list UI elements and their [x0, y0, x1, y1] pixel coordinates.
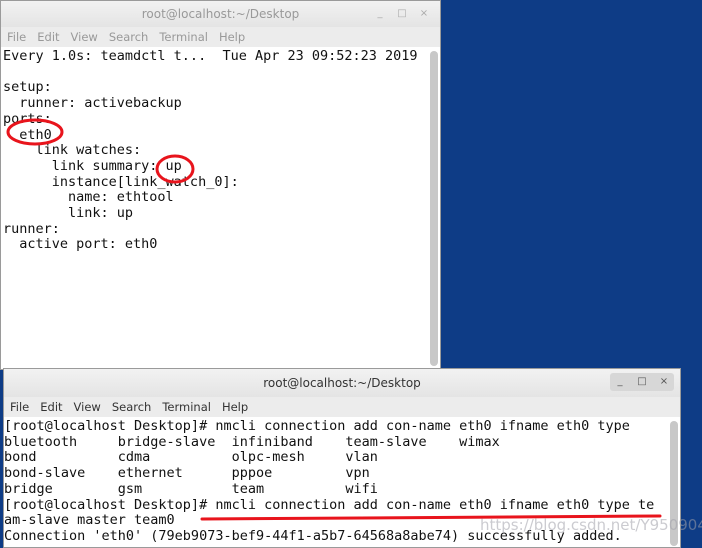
- menu-edit[interactable]: Edit: [37, 27, 59, 47]
- terminal-line: bond-slave ethernet pppoe vpn: [4, 465, 370, 482]
- menu-view[interactable]: View: [71, 27, 98, 47]
- menu-bar: File Edit View Search Terminal Help: [4, 397, 680, 417]
- terminal-line: eth0: [3, 126, 52, 143]
- terminal-output[interactable]: Every 1.0s: teamdctl t... Tue Apr 23 09:…: [1, 47, 440, 253]
- terminal-line: runner: activebackup: [3, 95, 182, 112]
- terminal-line: Every 1.0s: teamdctl t... Tue Apr 23 09:…: [3, 48, 418, 64]
- top-terminal-window: root@localhost:~/Desktop _ □ × File Edit…: [0, 0, 441, 370]
- close-button[interactable]: ×: [654, 373, 674, 391]
- minimize-button[interactable]: _: [370, 5, 390, 23]
- terminal-line: bridge gsm team wifi: [4, 480, 378, 497]
- terminal-line: bond cdma olpc-mesh vlan: [4, 449, 378, 466]
- maximize-button[interactable]: □: [392, 5, 412, 23]
- watermark: https://blog.csdn.net/Y950904: [480, 516, 702, 534]
- terminal-line: [root@localhost Desktop]# nmcli connecti…: [4, 496, 655, 513]
- terminal-line: [root@localhost Desktop]# nmcli connecti…: [4, 418, 630, 434]
- terminal-line: link: up: [3, 205, 134, 222]
- maximize-button[interactable]: □: [632, 373, 652, 391]
- scrollbar[interactable]: [430, 51, 438, 366]
- menu-help[interactable]: Help: [219, 27, 245, 47]
- terminal-line: ports:: [3, 110, 52, 127]
- window-title: root@localhost:~/Desktop: [141, 7, 300, 21]
- terminal-line: instance[link_watch_0]:: [3, 173, 239, 190]
- menu-terminal[interactable]: Terminal: [162, 397, 211, 417]
- terminal-line: runner:: [3, 220, 60, 237]
- menu-bar: File Edit View Search Terminal Help: [1, 27, 440, 47]
- terminal-line: name: ethtool: [3, 189, 174, 206]
- close-button[interactable]: ×: [414, 5, 434, 23]
- terminal-line: bluetooth bridge-slave infiniband team-s…: [4, 433, 500, 450]
- menu-search[interactable]: Search: [109, 27, 149, 47]
- terminal-line: link watches:: [3, 142, 142, 159]
- title-bar[interactable]: root@localhost:~/Desktop _ □ ×: [4, 369, 680, 397]
- terminal-line: active port: eth0: [3, 236, 158, 253]
- menu-help[interactable]: Help: [222, 397, 248, 417]
- title-bar[interactable]: root@localhost:~/Desktop _ □ ×: [1, 1, 440, 27]
- menu-terminal[interactable]: Terminal: [159, 27, 208, 47]
- menu-view[interactable]: View: [74, 397, 101, 417]
- terminal-line: link summary: up: [3, 157, 182, 174]
- terminal-line: setup:: [3, 79, 52, 96]
- menu-file[interactable]: File: [7, 27, 26, 47]
- window-title: root@localhost:~/Desktop: [263, 376, 421, 390]
- menu-search[interactable]: Search: [112, 397, 152, 417]
- minimize-button[interactable]: _: [610, 373, 630, 391]
- menu-edit[interactable]: Edit: [40, 397, 62, 417]
- menu-file[interactable]: File: [10, 397, 29, 417]
